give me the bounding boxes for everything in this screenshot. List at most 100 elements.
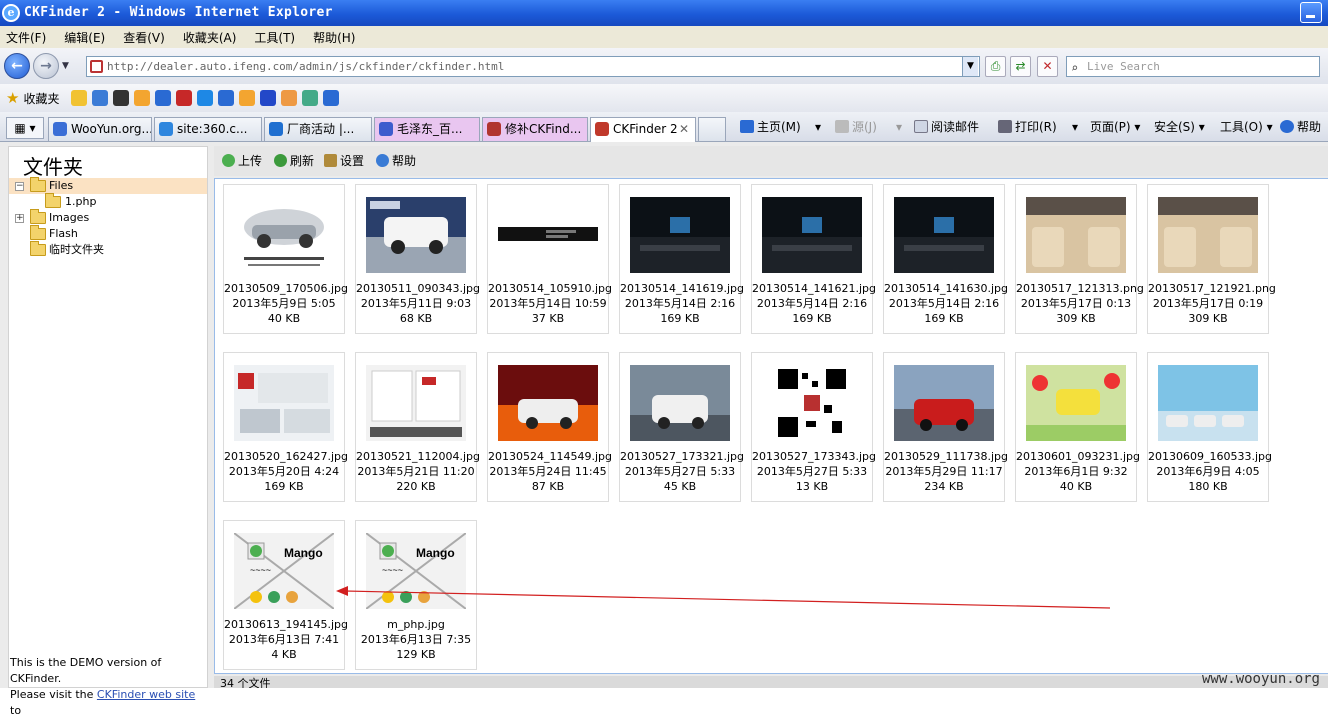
read-mail-button[interactable]: 阅读邮件 <box>914 112 979 142</box>
stop-icon[interactable]: ✕ <box>1037 56 1058 77</box>
tab-wooyun[interactable]: WooYun.org... <box>48 117 152 141</box>
print-button[interactable]: 打印(R) <box>998 112 1057 142</box>
file-name: 20130514_141621.jpg <box>752 282 876 295</box>
menu-help[interactable]: 帮助(H) <box>313 29 355 46</box>
fav-link-icon[interactable] <box>176 90 193 106</box>
file-thumbnail[interactable] <box>1158 365 1258 441</box>
menu-edit[interactable]: 编辑(E) <box>64 29 105 46</box>
favorites-star-icon[interactable]: ★ <box>6 89 19 107</box>
fav-link-icon[interactable] <box>323 90 340 106</box>
menu-tools[interactable]: 工具(T) <box>254 29 295 46</box>
menu-view[interactable]: 查看(V) <box>123 29 165 46</box>
file-card[interactable]: 20130520_162427.jpg 2013年5月20日 4:24 169 KB <box>223 352 348 502</box>
file-card[interactable]: 20130509_170506.jpg 2013年5月9日 5:05 40 KB <box>223 184 348 334</box>
fav-link-icon[interactable] <box>281 90 298 106</box>
home-dropdown[interactable]: ▾ <box>815 112 821 142</box>
refresh-icon[interactable]: ⇄ <box>1010 56 1031 77</box>
refresh-button[interactable]: 刷新 <box>274 152 314 170</box>
file-thumbnail[interactable]: Mango ~~~~ <box>234 533 334 609</box>
file-card[interactable]: 20130514_141630.jpg 2013年5月14日 2:16 169 KB <box>883 184 1008 334</box>
tab-baidu[interactable]: 毛泽东_百... <box>374 117 480 141</box>
recent-pages-dropdown[interactable]: ▼ <box>62 61 69 71</box>
tree-node-images[interactable]: + Images <box>9 209 207 226</box>
file-card[interactable]: Mango ~~~~ m_php.jpg 2013年6月13日 7:35 129 KB <box>355 520 477 670</box>
file-card[interactable]: 20130601_093231.jpg 2013年6月1日 9:32 40 KB <box>1015 352 1140 502</box>
tab-vendor-activity[interactable]: 厂商活动 |... <box>264 117 372 141</box>
safety-menu[interactable]: 安全(S) ▾ <box>1154 112 1205 142</box>
baidu-paw-icon[interactable] <box>260 90 277 106</box>
file-card[interactable]: 20130529_111738.jpg 2013年5月29日 11:17 234 K… <box>883 352 1008 502</box>
file-thumbnail[interactable] <box>234 197 334 273</box>
file-thumbnail[interactable] <box>498 197 598 273</box>
feeds-button[interactable]: 源(J) <box>835 112 877 142</box>
file-card[interactable]: 20130527_173321.jpg 2013年5月27日 5:33 45 KB <box>619 352 744 502</box>
file-thumbnail[interactable] <box>762 365 862 441</box>
settings-button[interactable]: 设置 <box>324 152 364 170</box>
file-card[interactable]: 20130514_141619.jpg 2013年5月14日 2:16 169 KB <box>619 184 744 334</box>
favorites-label[interactable]: 收藏夹 <box>23 90 59 107</box>
close-tab-icon[interactable]: ✕ <box>679 118 689 140</box>
home-button[interactable]: 主页(M) <box>740 112 801 142</box>
ckfinder-site-link[interactable]: CKFinder web site <box>97 688 195 701</box>
file-thumbnail[interactable] <box>1026 365 1126 441</box>
tree-node-1php[interactable]: 1.php <box>9 193 207 210</box>
tree-node-flash[interactable]: Flash <box>9 225 207 242</box>
fav-link-icon[interactable] <box>239 90 256 106</box>
file-card[interactable]: 20130517_121313.png 2013年5月17日 0:13 309 KB <box>1015 184 1144 334</box>
compat-view-button[interactable]: ⎙ <box>985 56 1006 77</box>
file-card[interactable]: 20130521_112004.jpg 2013年5月21日 11:20 220 K… <box>355 352 480 502</box>
file-thumbnail[interactable] <box>366 197 466 273</box>
tree-node-temp[interactable]: 临时文件夹 <box>9 241 207 258</box>
file-thumbnail[interactable] <box>894 197 994 273</box>
file-card[interactable]: 20130524_114549.jpg 2013年5月24日 11:45 87 KB <box>487 352 612 502</box>
new-tab-button[interactable] <box>698 117 726 141</box>
print-dropdown[interactable]: ▾ <box>1072 112 1078 142</box>
expand-icon[interactable]: + <box>15 214 24 223</box>
menu-file[interactable]: 文件(F) <box>6 29 46 46</box>
fav-link-icon[interactable] <box>134 90 151 106</box>
back-button[interactable]: ← <box>4 53 30 79</box>
fav-link-icon[interactable] <box>113 90 130 106</box>
forward-button[interactable]: → <box>33 53 59 79</box>
url-input[interactable]: http://dealer.auto.ifeng.com/admin/js/ck… <box>86 56 980 77</box>
fav-link-icon[interactable] <box>218 90 235 106</box>
fav-link-icon[interactable] <box>302 90 319 106</box>
tab-site-search[interactable]: site:360.c... <box>154 117 262 141</box>
file-thumbnail[interactable]: Mango ~~~~ <box>366 533 466 609</box>
search-input[interactable]: ⌕ Live Search <box>1066 56 1320 77</box>
fav-link-icon[interactable] <box>92 90 109 106</box>
fav-link-icon[interactable] <box>197 90 214 106</box>
file-thumbnail[interactable] <box>498 365 598 441</box>
file-thumbnail[interactable] <box>762 197 862 273</box>
tab-ckfinder-fix[interactable]: 修补CKFind... <box>482 117 588 141</box>
page-menu[interactable]: 页面(P) ▾ <box>1090 112 1140 142</box>
file-thumbnail[interactable] <box>1158 197 1258 273</box>
file-thumbnail[interactable] <box>894 365 994 441</box>
tree-node-files[interactable]: − Files <box>9 177 207 194</box>
upload-button[interactable]: 上传 <box>222 152 262 170</box>
fav-link-icon[interactable] <box>155 90 172 106</box>
add-favorite-icon[interactable] <box>71 90 88 106</box>
file-thumbnail[interactable] <box>630 197 730 273</box>
help-button[interactable]: 帮助 <box>376 152 416 170</box>
tab-ckfinder[interactable]: CKFinder 2 ✕ <box>590 117 696 142</box>
file-card[interactable]: 20130514_141621.jpg 2013年5月14日 2:16 169 KB <box>751 184 876 334</box>
file-card[interactable]: 20130609_160533.jpg 2013年6月9日 4:05 180 KB <box>1147 352 1272 502</box>
file-thumbnail[interactable] <box>234 365 334 441</box>
feeds-dropdown[interactable]: ▾ <box>896 112 902 142</box>
quick-tabs-button[interactable]: ▦ ▾ <box>6 117 44 139</box>
file-card[interactable]: 20130514_105910.jpg 2013年5月14日 10:59 37 KB <box>487 184 612 334</box>
address-dropdown[interactable]: ▼ <box>962 57 978 76</box>
collapse-icon[interactable]: − <box>15 182 24 191</box>
file-card[interactable]: 20130511_090343.jpg 2013年5月11日 9:03 68 KB <box>355 184 480 334</box>
minimize-button[interactable] <box>1300 2 1322 23</box>
file-card[interactable]: 20130527_173343.jpg 2013年5月27日 5:33 13 KB <box>751 352 876 502</box>
file-thumbnail[interactable] <box>1026 197 1126 273</box>
file-thumbnail[interactable] <box>366 365 466 441</box>
file-card[interactable]: Mango ~~~~ 20130613_194145.jpg 2013年6月13日 7… <box>223 520 348 670</box>
help-button[interactable]: 帮助 <box>1280 112 1321 142</box>
menu-favorites[interactable]: 收藏夹(A) <box>183 29 237 46</box>
file-thumbnail[interactable] <box>630 365 730 441</box>
tools-menu[interactable]: 工具(O) ▾ <box>1220 112 1273 142</box>
file-card[interactable]: 20130517_121921.png 2013年5月17日 0:19 309 KB <box>1147 184 1276 334</box>
